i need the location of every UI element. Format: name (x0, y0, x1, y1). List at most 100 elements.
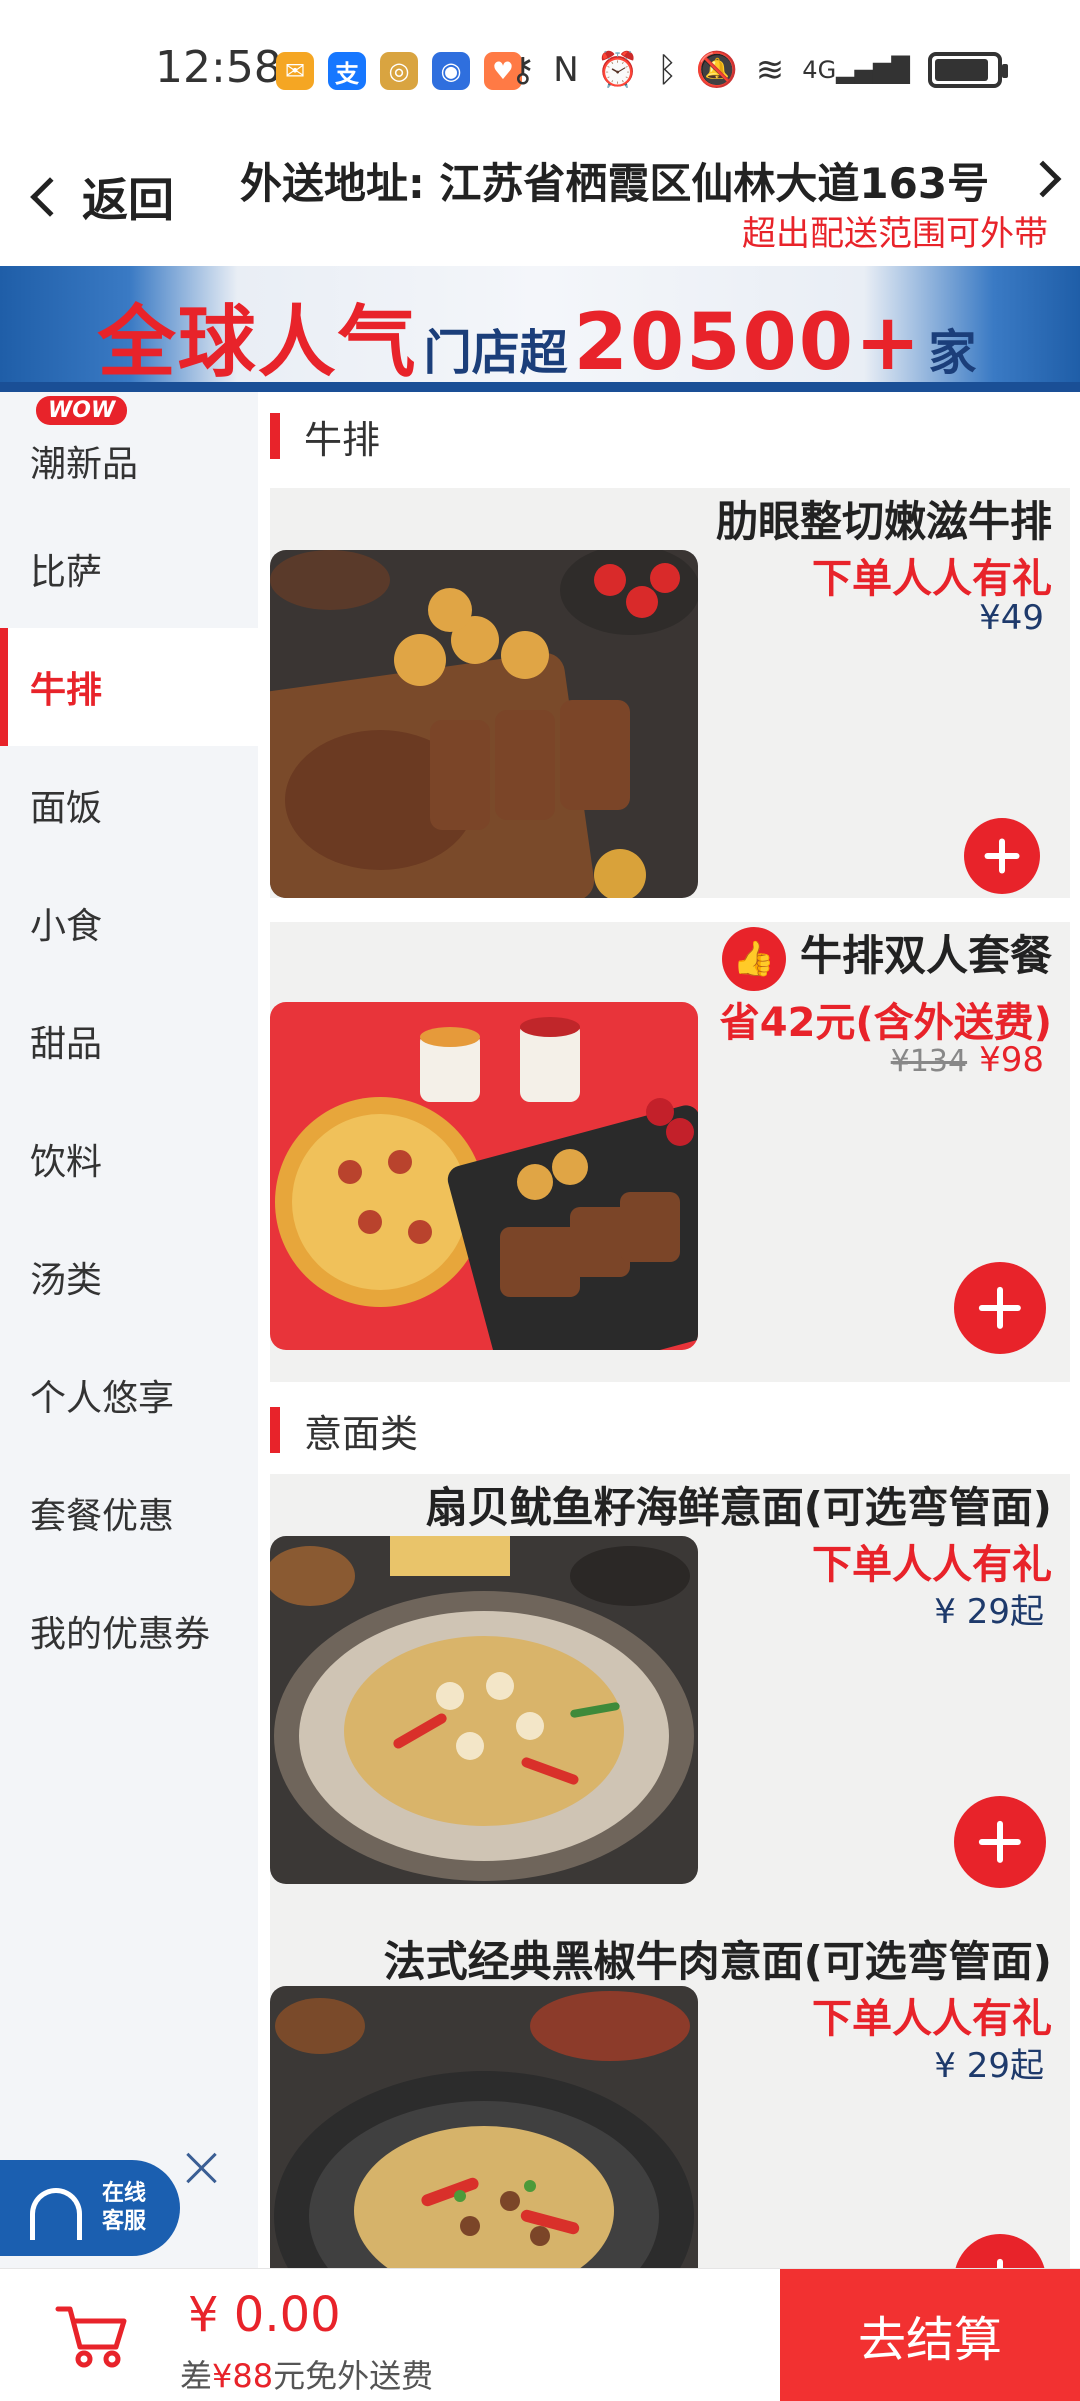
sidebar-item-label: 小食 (30, 906, 103, 947)
add-to-cart-button[interactable] (954, 1262, 1046, 1354)
new-badge: WOW (36, 396, 128, 425)
add-to-cart-button[interactable] (954, 1796, 1046, 1888)
section-title: 牛排 (270, 406, 380, 466)
sidebar-item-label: 面饭 (30, 788, 103, 829)
product-name: 👍 牛排双人套餐 (721, 922, 1052, 991)
product-image[interactable] (270, 1986, 698, 2268)
sidebar-item-label: 个人悠享 (30, 1378, 175, 1419)
product-card[interactable]: 肋眼整切嫩滋牛排 下单人人有礼 ¥49 (270, 488, 1070, 898)
free-note-amount: ¥88 (212, 2357, 274, 2395)
status-time: 12:58 (155, 42, 282, 93)
system-icons: ⚷ N ⏰ ᛒ 🔕 ≋ 4G▂▄▆█ (510, 50, 1008, 90)
free-note-prefix: 差 (180, 2357, 213, 2395)
checkout-button[interactable]: 去结算 (780, 2269, 1080, 2401)
service-label-line2: 客服 (102, 2209, 147, 2234)
alipay-icon: 支 (328, 52, 366, 90)
product-card[interactable]: 👍 牛排双人套餐 省42元(含外送费) ¥134 ¥98 (270, 922, 1070, 1382)
sidebar-item-label: 汤类 (30, 1260, 103, 1301)
wifi-icon: ≋ (755, 50, 785, 90)
product-image[interactable] (270, 1536, 698, 1884)
product-name: 肋眼整切嫩滋牛排 (715, 497, 1052, 546)
banner-subtitle: 门店超 (423, 325, 568, 381)
mail-icon: ✉ (276, 52, 314, 90)
product-price: ¥ 29起 (934, 2046, 1044, 2086)
sidebar-item-coupons[interactable]: 我的优惠券 (0, 1572, 258, 1690)
sidebar-item-pizza[interactable]: 比萨 (0, 510, 258, 628)
sidebar-item-soups[interactable]: 汤类 (0, 1218, 258, 1336)
product-image[interactable] (270, 550, 698, 898)
original-price: ¥134 (890, 1044, 968, 1079)
sidebar-item-steak[interactable]: 牛排 (0, 628, 258, 746)
signal-icon: 4G▂▄▆█ (802, 56, 910, 84)
alarm-icon: ⏰ (596, 50, 640, 90)
notification-icons: ✉ 支 ◎ ◉ ♥ (276, 52, 522, 90)
product-list[interactable]: 牛排 肋眼整切嫩滋牛排 下单人人有礼 ¥49 👍 牛排双人套餐 省42元(含外送… (258, 392, 1080, 2268)
sidebar-item-label: 甜品 (30, 1024, 103, 1065)
back-label: 返回 (82, 173, 174, 227)
delivery-address[interactable]: 外送地址: 江苏省栖霞区仙林大道163号 (240, 150, 989, 211)
banner-stripe (0, 382, 1080, 392)
section-title-text: 意面类 (304, 1411, 419, 1456)
sidebar-item-snacks[interactable]: 小食 (0, 864, 258, 982)
sidebar-item-desserts[interactable]: 甜品 (0, 982, 258, 1100)
cart-total: ¥ 0.00 (188, 2287, 341, 2343)
sidebar-item-label: 牛排 (30, 670, 103, 711)
sidebar-item-noodles-rice[interactable]: 面饭 (0, 746, 258, 864)
product-card[interactable]: 扇贝鱿鱼籽海鲜意面(可选弯管面) 下单人人有礼 ¥ 29起 (270, 1474, 1070, 1914)
free-note-suffix: 元免外送费 (273, 2357, 434, 2395)
banner-title: 全球人气 (97, 298, 418, 388)
app-icon: ◎ (380, 52, 418, 90)
bluetooth-icon: ᛒ (657, 50, 678, 90)
chevron-right-icon[interactable] (1024, 160, 1062, 198)
product-promo: 下单人人有礼 (812, 1542, 1052, 1588)
sidebar-item-label: 饮料 (30, 1142, 103, 1183)
product-price: ¥49 (979, 598, 1044, 638)
browser-icon: ◉ (432, 52, 470, 90)
sidebar-item-label: 套餐优惠 (30, 1496, 175, 1537)
headset-icon (30, 2188, 82, 2240)
sidebar-item-label: 比萨 (30, 552, 103, 593)
header: 返回 外送地址: 江苏省栖霞区仙林大道163号 超出配送范围可外带 (0, 140, 1080, 266)
nfc-icon: N (553, 50, 579, 90)
product-price: ¥134 ¥98 (891, 1040, 1044, 1080)
key-icon: ⚷ (510, 50, 536, 90)
banner-count: 20500+ (573, 298, 923, 388)
product-name: 法式经典黑椒牛肉意面(可选弯管面) (383, 1937, 1052, 1986)
section-title-text: 牛排 (304, 417, 381, 462)
chevron-left-icon (30, 177, 70, 217)
free-delivery-note: 差¥88元免外送费 (180, 2351, 433, 2397)
product-name: 扇贝鱿鱼籽海鲜意面(可选弯管面) (425, 1483, 1052, 1532)
service-label-line1: 在线 (102, 2181, 147, 2206)
product-card[interactable]: 法式经典黑椒牛肉意面(可选弯管面) 下单人人有礼 ¥ 29起 (270, 1914, 1070, 2268)
promo-banner[interactable]: 全球人气 门店超20500+ 家 (0, 266, 1080, 392)
product-promo: 下单人人有礼 (812, 556, 1052, 602)
product-image[interactable] (270, 1002, 698, 1350)
close-icon[interactable] (182, 2148, 222, 2188)
battery-icon (928, 52, 1008, 88)
sidebar-item-combos[interactable]: 套餐优惠 (0, 1454, 258, 1572)
back-button[interactable]: 返回 (30, 164, 174, 230)
customer-service-button[interactable]: 在线 客服 (0, 2160, 180, 2256)
thumbs-up-icon: 👍 (721, 926, 786, 991)
product-price: ¥ 29起 (934, 1592, 1044, 1632)
service-label: 在线 客服 (102, 2180, 146, 2236)
address-note: 超出配送范围可外带 (742, 214, 1048, 254)
cart-icon[interactable] (52, 2295, 132, 2375)
banner-unit: 家 (928, 325, 977, 381)
product-name-text: 牛排双人套餐 (799, 931, 1052, 980)
sidebar-item-label: 潮新品 (30, 444, 139, 485)
add-to-cart-button[interactable] (954, 2234, 1046, 2268)
category-sidebar: WOW 潮新品 比萨 牛排 面饭 小食 甜品 饮料 汤类 个人悠享 套餐优惠 我… (0, 392, 258, 2268)
sidebar-item-drinks[interactable]: 饮料 (0, 1100, 258, 1218)
sidebar-item-new[interactable]: WOW 潮新品 (0, 392, 258, 510)
sale-price: ¥98 (979, 1040, 1044, 1080)
status-bar: 12:58 ✉ 支 ◎ ◉ ♥ ⚷ N ⏰ ᛒ 🔕 ≋ 4G▂▄▆█ (0, 0, 1080, 140)
sidebar-item-label: 我的优惠券 (30, 1614, 211, 1655)
section-title: 意面类 (270, 1400, 418, 1460)
banner-text: 全球人气 门店超20500+ 家 (0, 280, 1080, 392)
sidebar-item-personal[interactable]: 个人悠享 (0, 1336, 258, 1454)
mute-icon: 🔕 (695, 50, 738, 90)
cart-bar: ¥ 0.00 差¥88元免外送费 去结算 (0, 2268, 1080, 2401)
product-promo: 下单人人有礼 (812, 1996, 1052, 2042)
add-to-cart-button[interactable] (964, 818, 1040, 894)
